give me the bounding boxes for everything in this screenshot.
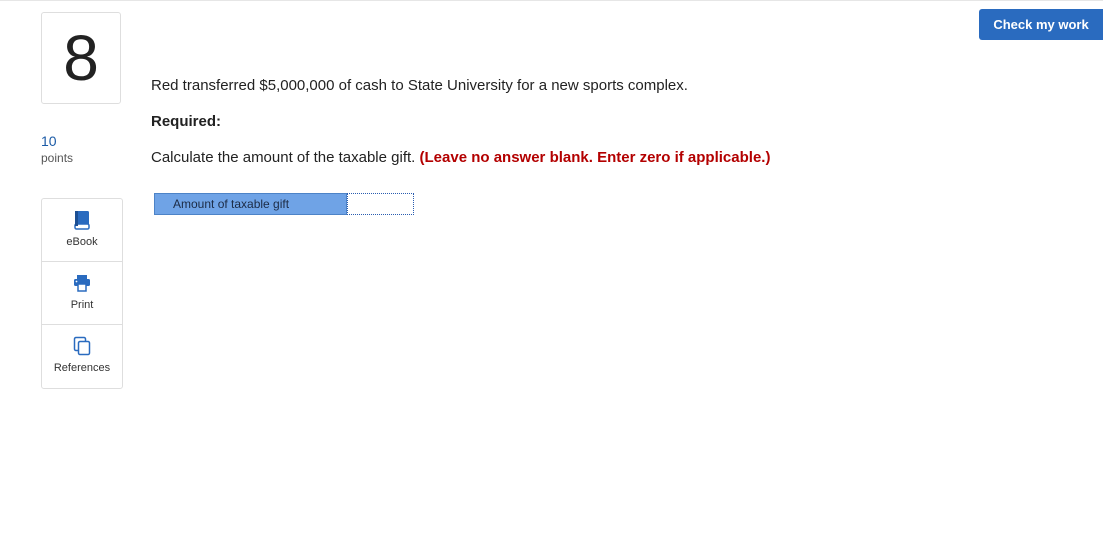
references-button[interactable]: References xyxy=(42,325,122,388)
points-block: 10 points xyxy=(41,133,73,165)
printer-icon xyxy=(72,273,92,293)
points-label: points xyxy=(41,151,74,165)
question-number: 8 xyxy=(63,22,99,94)
ebook-button[interactable]: eBook xyxy=(42,199,122,262)
top-divider xyxy=(0,0,1103,1)
references-icon xyxy=(72,336,92,356)
answer-table: Amount of taxable gift xyxy=(154,193,414,215)
instruction-text: Calculate the amount of the taxable gift… xyxy=(151,149,416,166)
question-number-box: 8 xyxy=(41,12,121,104)
taxable-gift-input[interactable] xyxy=(347,193,414,215)
points-value: 10 xyxy=(41,133,57,149)
ebook-label: eBook xyxy=(66,236,98,248)
instruction-line: Calculate the amount of the taxable gift… xyxy=(151,148,931,168)
question-body: Red transferred $5,000,000 of cash to St… xyxy=(151,76,931,168)
print-label: Print xyxy=(70,299,94,311)
instruction-note: (Leave no answer blank. Enter zero if ap… xyxy=(419,149,771,166)
tools-panel: eBook Print References xyxy=(41,198,123,389)
required-heading: Required: xyxy=(151,113,222,130)
question-text: Red transferred $5,000,000 of cash to St… xyxy=(151,77,688,94)
question-page: 8 10 points eBook Print References Red t… xyxy=(0,0,1103,543)
book-icon xyxy=(72,210,92,230)
references-label: References xyxy=(53,362,111,374)
answer-row-label: Amount of taxable gift xyxy=(154,193,347,215)
print-button[interactable]: Print xyxy=(42,262,122,325)
check-my-work-button[interactable]: Check my work xyxy=(979,9,1103,40)
